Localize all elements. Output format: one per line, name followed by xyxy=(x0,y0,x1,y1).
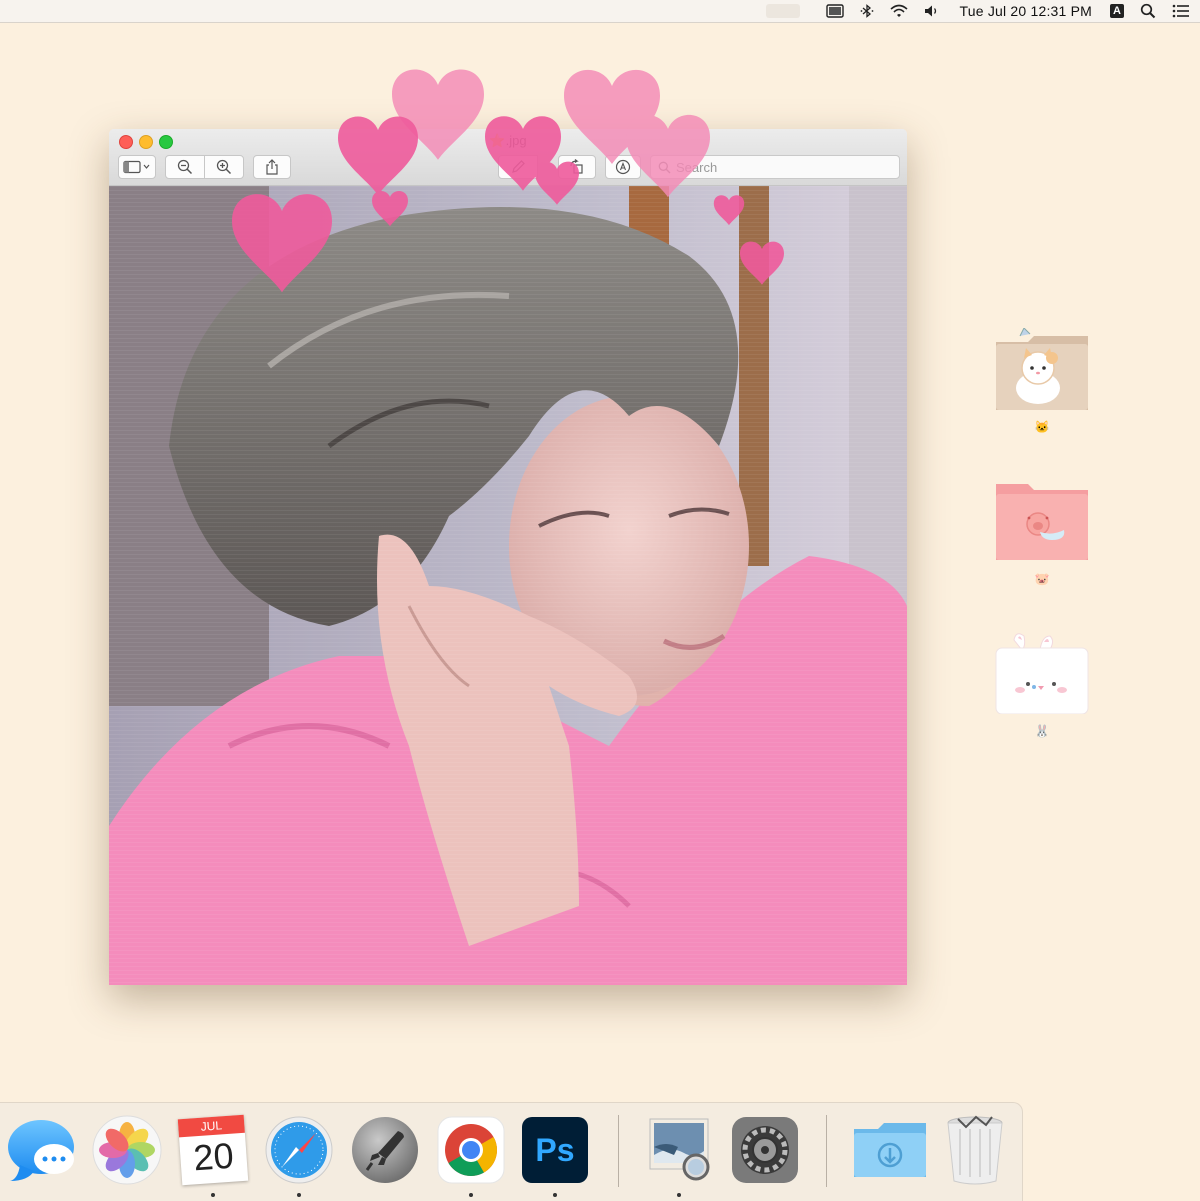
dock-app-photoshop[interactable]: Ps xyxy=(520,1115,590,1197)
zoom-out-icon xyxy=(177,159,193,175)
running-indicator xyxy=(211,1193,215,1197)
preview-window: ⭐.jpg Search xyxy=(109,129,907,985)
search-placeholder: Search xyxy=(676,159,718,175)
menu-bar: Tue Jul 20 12:31 PM A xyxy=(0,0,1200,23)
desktop-folder-pig[interactable]: 🐷 xyxy=(994,480,1090,586)
launchpad-icon xyxy=(352,1117,418,1183)
desktop-folder-bunny[interactable]: 🐰 xyxy=(994,632,1090,738)
sidebar-toggle-icon xyxy=(123,160,150,174)
messages-icon xyxy=(8,1120,74,1181)
bunny-folder-icon xyxy=(994,632,1090,715)
search-input[interactable]: Search xyxy=(650,155,900,179)
folder-label: 🐷 xyxy=(1034,572,1050,586)
wifi-icon[interactable] xyxy=(890,0,908,22)
downloads-folder-icon xyxy=(854,1123,926,1177)
running-indicator xyxy=(297,1193,301,1197)
dock-separator xyxy=(826,1115,827,1187)
display-icon[interactable] xyxy=(825,0,844,22)
dock-app-safari[interactable] xyxy=(264,1115,334,1197)
safari-icon xyxy=(265,1116,333,1184)
search-icon xyxy=(658,161,671,173)
annotate-button[interactable] xyxy=(605,155,641,179)
desktop-folder-cat[interactable]: 🐱 xyxy=(994,327,1090,434)
dock-separator xyxy=(618,1115,619,1187)
chrome-icon xyxy=(437,1116,505,1184)
folder-label: 🐰 xyxy=(1034,724,1050,738)
markup-pen-icon xyxy=(512,160,525,173)
spotlight-search-icon[interactable] xyxy=(1140,0,1156,22)
calendar-day: 20 xyxy=(192,1134,235,1179)
share-icon xyxy=(266,159,278,175)
window-title: ⭐.jpg xyxy=(489,133,527,148)
share-button[interactable] xyxy=(253,155,291,179)
dock-app-trash[interactable] xyxy=(942,1115,1012,1185)
photoshop-glyph: Ps xyxy=(535,1131,575,1168)
zoom-out-button[interactable] xyxy=(165,155,205,179)
markup-pen-button[interactable] xyxy=(498,155,538,179)
running-indicator xyxy=(553,1193,557,1197)
dock-app-downloads[interactable] xyxy=(852,1115,926,1185)
dock-app-system-preferences[interactable] xyxy=(730,1115,800,1185)
photoshop-icon: Ps xyxy=(522,1117,588,1183)
trash-icon xyxy=(947,1115,1003,1185)
running-indicator xyxy=(677,1193,681,1197)
system-preferences-icon xyxy=(732,1117,798,1183)
input-source-label: A xyxy=(1110,4,1124,18)
dock-app-launchpad[interactable] xyxy=(350,1115,420,1185)
dock-app-preview[interactable] xyxy=(644,1115,714,1197)
volume-icon[interactable] xyxy=(924,0,940,22)
sidebar-toggle-button[interactable] xyxy=(118,155,156,179)
preview-icon xyxy=(649,1118,710,1181)
calendar-icon: JUL 20 xyxy=(177,1114,249,1186)
dock: JUL 20 Ps xyxy=(0,1102,1023,1201)
photo-pink-shirt-person xyxy=(109,186,907,985)
photo-canvas[interactable] xyxy=(109,186,907,985)
zoom-in-button[interactable] xyxy=(204,155,244,179)
zoom-in-icon xyxy=(216,159,232,175)
running-indicator xyxy=(469,1193,473,1197)
menu-clock[interactable]: Tue Jul 20 12:31 PM xyxy=(960,0,1092,22)
annotate-icon xyxy=(615,159,631,175)
cat-folder-icon xyxy=(994,327,1090,410)
input-source-icon[interactable]: A xyxy=(1110,0,1124,22)
dock-app-messages[interactable] xyxy=(6,1115,76,1185)
dock-app-photos[interactable] xyxy=(92,1115,162,1185)
folder-label: 🐱 xyxy=(1034,420,1050,434)
bluetooth-icon[interactable] xyxy=(860,0,874,22)
dock-app-chrome[interactable] xyxy=(436,1115,506,1197)
rotate-icon xyxy=(570,159,583,174)
window-titlebar[interactable]: ⭐.jpg Search xyxy=(109,129,907,186)
photos-icon xyxy=(92,1115,162,1185)
rotate-button[interactable] xyxy=(558,155,596,179)
dock-app-calendar[interactable]: JUL 20 xyxy=(177,1114,249,1197)
pig-folder-icon xyxy=(994,480,1090,562)
control-center-icon[interactable] xyxy=(1172,0,1190,22)
menu-extra-blank xyxy=(765,4,800,18)
